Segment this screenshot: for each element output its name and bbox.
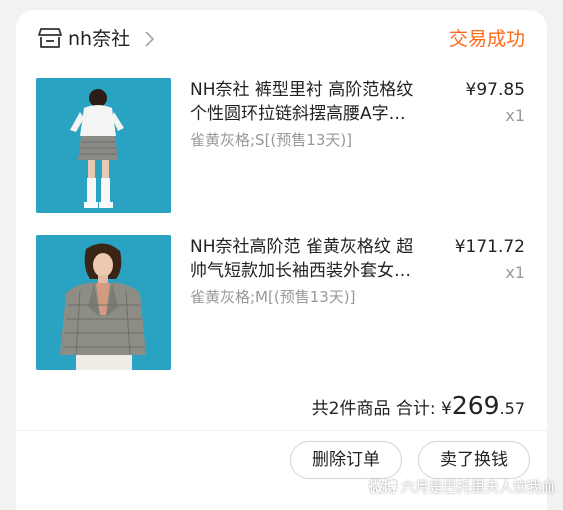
order-item[interactable]: NH奈社 裤型里衬 高阶范格纹个性圆环拉链斜摆高腰A字… 雀黄灰格;S[(预售1… [16, 78, 547, 218]
watermark-text: 六月是巴托里夫人饮我血 [401, 480, 555, 496]
item-count: 共2件商品 [311, 399, 391, 419]
order-item[interactable]: NH奈社高阶范 雀黄灰格纹 超帅气短款加长袖西装外套女… 雀黄灰格;M[(预售1… [16, 235, 547, 375]
shop-name-link[interactable]: nh奈社 [68, 26, 130, 52]
store-icon[interactable] [38, 27, 62, 49]
product-sku: 雀黄灰格;M[(预售13天)] [190, 288, 356, 306]
delete-order-button[interactable]: 删除订单 [290, 441, 402, 479]
total-integer: 269 [451, 391, 500, 420]
product-sku: 雀黄灰格;S[(预售13天)] [190, 131, 353, 149]
product-quantity: x1 [505, 263, 525, 282]
currency-symbol: ¥ [441, 399, 452, 419]
weibo-logo: 微博 [369, 480, 397, 496]
order-status: 交易成功 [448, 28, 525, 50]
resell-button[interactable]: 卖了换钱 [418, 441, 530, 479]
watermark: 微博 六月是巴托里夫人饮我血 [369, 478, 555, 498]
total-decimal: .57 [499, 399, 525, 418]
product-image[interactable] [36, 78, 171, 213]
order-card: nh奈社 交易成功 NH奈社 裤型里衬 高阶范格纹个性圆环拉链斜摆高腰A字… 雀… [16, 10, 547, 510]
product-image[interactable] [36, 235, 171, 370]
product-price: ¥97.85 [465, 80, 525, 100]
divider [16, 430, 547, 431]
product-quantity: x1 [505, 106, 525, 125]
product-price: ¥171.72 [454, 237, 525, 257]
product-title[interactable]: NH奈社 裤型里衬 高阶范格纹个性圆环拉链斜摆高腰A字… [190, 78, 430, 126]
order-header: nh奈社 交易成功 [16, 10, 547, 70]
product-title[interactable]: NH奈社高阶范 雀黄灰格纹 超帅气短款加长袖西装外套女… [190, 235, 430, 283]
chevron-right-icon[interactable] [144, 30, 156, 48]
order-summary: 共2件商品 合计: ¥269.57 [312, 390, 525, 425]
total-label: 合计: [395, 399, 436, 419]
